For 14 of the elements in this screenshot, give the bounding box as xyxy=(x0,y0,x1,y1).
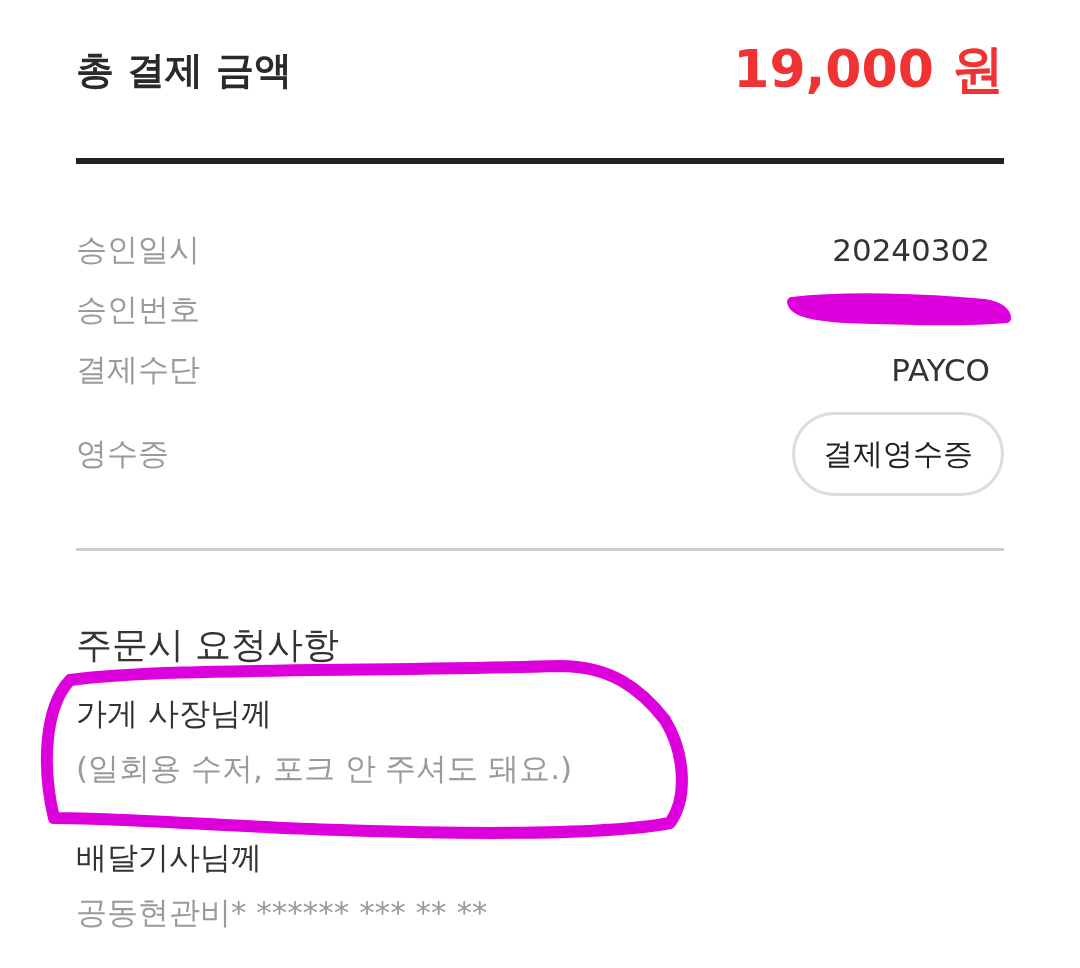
total-amount: 19,000 원 xyxy=(733,38,1004,101)
detail-label: 승인번호 xyxy=(76,290,200,329)
request-recipient: 배달기사님께 xyxy=(76,838,263,877)
receipt-button[interactable]: 결제영수증 xyxy=(792,412,1004,496)
section-title: 주문시 요청사항 xyxy=(76,623,341,667)
total-label: 총 결제 금액 xyxy=(76,46,293,94)
request-message: (일회용 수저, 포크 안 주셔도 돼요.) xyxy=(76,749,574,788)
detail-label: 승인일시 xyxy=(76,230,200,269)
detail-value: PAYCO xyxy=(891,352,991,388)
detail-label: 영수증 xyxy=(76,434,169,473)
detail-value: 20240302 xyxy=(832,232,991,268)
request-message: 공동현관비* ****** *** ** ** xyxy=(76,893,489,932)
detail-label: 결제수단 xyxy=(76,350,200,389)
request-recipient: 가게 사장님께 xyxy=(76,694,273,733)
